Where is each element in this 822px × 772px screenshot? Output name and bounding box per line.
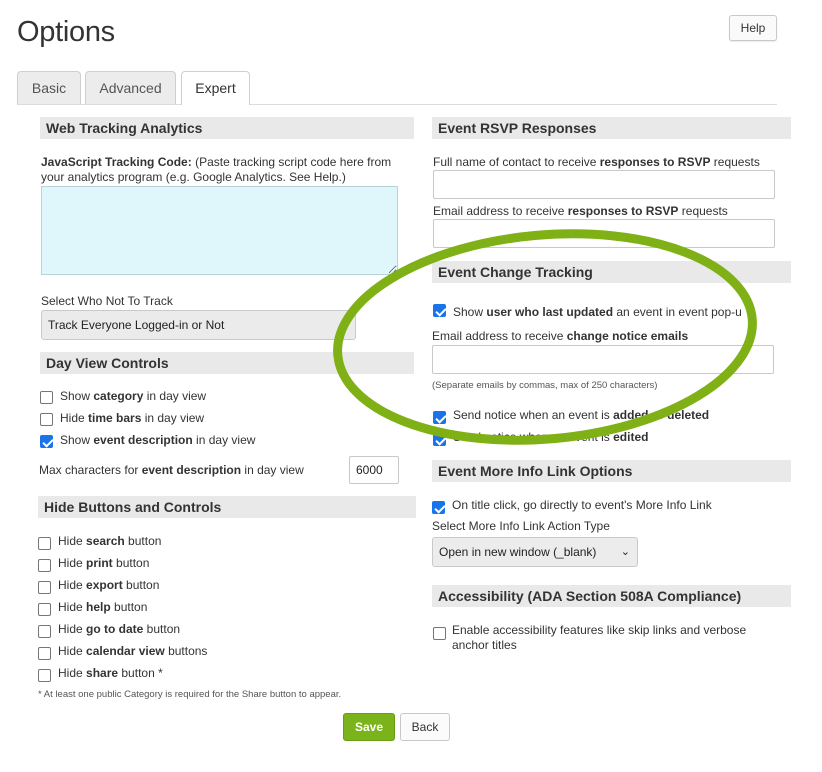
- show-category-checkbox[interactable]: [40, 391, 53, 404]
- show-last-updated-checkbox[interactable]: [433, 304, 446, 317]
- chevron-down-icon: ⌄: [338, 319, 348, 331]
- hide-share-label: Hide share button *: [58, 666, 163, 680]
- show-event-description-checkbox[interactable]: [40, 435, 53, 448]
- web-tracking-heading: Web Tracking Analytics: [40, 117, 414, 139]
- hide-export-checkbox[interactable]: [38, 581, 51, 594]
- change-email-input[interactable]: [432, 345, 774, 374]
- hide-time-bars-label: Hide time bars in day view: [60, 411, 205, 425]
- change-email-hint: (Separate emails by commas, max of 250 c…: [432, 380, 658, 391]
- hide-print-label: Hide print button: [58, 556, 150, 570]
- help-button[interactable]: Help: [729, 15, 777, 41]
- rsvp-name-input[interactable]: [433, 170, 775, 199]
- more-info-action-value: Open in new window (_blank): [439, 545, 597, 559]
- hide-time-bars-checkbox[interactable]: [40, 413, 53, 426]
- more-info-direct-checkbox[interactable]: [432, 501, 445, 514]
- chevron-down-icon: ⌄: [620, 546, 630, 558]
- rsvp-name-label: Full name of contact to receive response…: [433, 155, 760, 169]
- tracking-code-textarea[interactable]: [41, 186, 398, 275]
- rsvp-email-input[interactable]: [433, 219, 775, 248]
- tab-basic[interactable]: Basic: [17, 71, 81, 104]
- share-footnote: * At least one public Category is requir…: [38, 689, 342, 700]
- max-chars-label: Max characters for event description in …: [39, 463, 304, 477]
- show-category-label: Show category in day view: [60, 389, 207, 403]
- show-event-description-label: Show event description in day view: [60, 433, 256, 447]
- save-button[interactable]: Save: [343, 713, 395, 741]
- notice-added-deleted-checkbox[interactable]: [433, 411, 446, 424]
- not-track-label: Select Who Not To Track: [41, 294, 173, 308]
- change-email-label: Email address to receive change notice e…: [432, 329, 689, 343]
- hide-calendar-view-checkbox[interactable]: [38, 647, 51, 660]
- rsvp-email-label: Email address to receive responses to RS…: [433, 204, 728, 218]
- more-info-heading: Event More Info Link Options: [432, 460, 791, 482]
- accessibility-label: Enable accessibility features like skip …: [452, 623, 747, 652]
- notice-edited-label: Send notice when an event is edited: [453, 430, 649, 444]
- hide-calendar-view-label: Hide calendar view buttons: [58, 644, 208, 658]
- day-view-heading: Day View Controls: [40, 352, 414, 374]
- hide-help-checkbox[interactable]: [38, 603, 51, 616]
- more-info-action-label: Select More Info Link Action Type: [432, 519, 610, 533]
- hide-export-label: Hide export button: [58, 578, 160, 592]
- hide-search-label: Hide search button: [58, 534, 162, 548]
- hide-share-checkbox[interactable]: [38, 669, 51, 682]
- hide-print-checkbox[interactable]: [38, 559, 51, 572]
- more-info-direct-label: On title click, go directly to event's M…: [452, 498, 712, 512]
- tab-expert[interactable]: Expert: [181, 71, 250, 105]
- hide-search-checkbox[interactable]: [38, 537, 51, 550]
- rsvp-heading: Event RSVP Responses: [432, 117, 791, 139]
- tab-divider: [17, 104, 777, 105]
- accessibility-heading: Accessibility (ADA Section 508A Complian…: [432, 585, 791, 607]
- hide-go-to-date-checkbox[interactable]: [38, 625, 51, 638]
- page-title: Options: [17, 16, 115, 48]
- change-tracking-heading: Event Change Tracking: [432, 261, 791, 283]
- hide-help-label: Hide help button: [58, 600, 148, 614]
- max-chars-input[interactable]: 6000: [349, 456, 399, 484]
- back-button[interactable]: Back: [400, 713, 450, 741]
- tab-advanced[interactable]: Advanced: [85, 71, 176, 104]
- not-track-value: Track Everyone Logged-in or Not: [48, 318, 225, 332]
- more-info-action-select[interactable]: Open in new window (_blank) ⌄: [432, 537, 638, 567]
- tracking-code-label: JavaScript Tracking Code: (Paste trackin…: [41, 155, 392, 184]
- not-track-select[interactable]: Track Everyone Logged-in or Not ⌄: [41, 310, 356, 340]
- notice-added-deleted-label: Send notice when an event is added or de…: [453, 408, 710, 422]
- accessibility-checkbox[interactable]: [433, 627, 446, 640]
- notice-edited-checkbox[interactable]: [433, 433, 446, 446]
- show-last-updated-label: Show user who last updated an event in e…: [453, 305, 742, 319]
- hide-buttons-heading: Hide Buttons and Controls: [38, 496, 416, 518]
- hide-go-to-date-label: Hide go to date button: [58, 622, 181, 636]
